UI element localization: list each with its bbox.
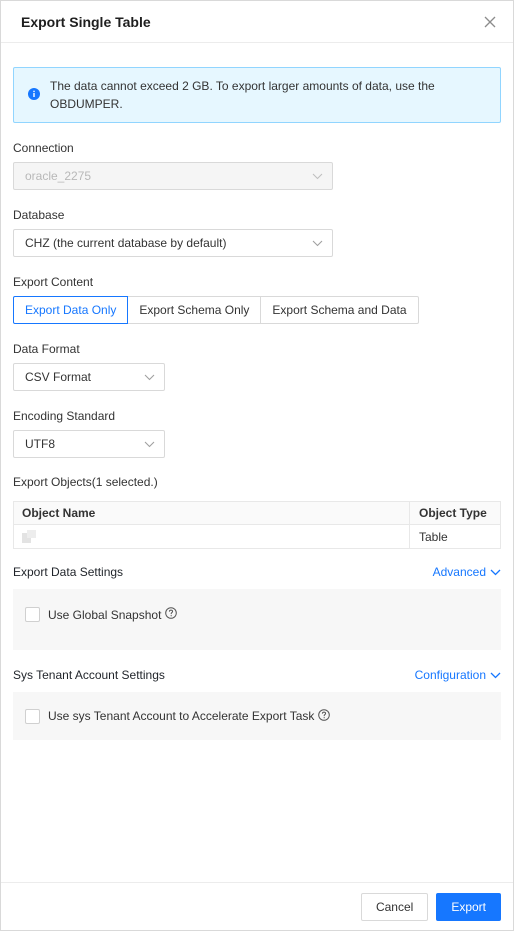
export-objects-section: Export Objects(1 selected.) Object Name … <box>13 475 501 549</box>
objects-table: Object Name Object Type Table <box>13 501 501 549</box>
data-format-select[interactable]: CSV Format <box>13 363 165 391</box>
export-data-settings-section: Export Data Settings Advanced Use Global… <box>13 565 501 650</box>
export-schema-only-option[interactable]: Export Schema Only <box>127 296 262 324</box>
data-format-field: Data Format CSV Format <box>13 342 501 391</box>
advanced-link-label: Advanced <box>432 565 486 579</box>
data-format-label: Data Format <box>13 342 80 356</box>
info-icon <box>28 88 40 103</box>
sys-tenant-label: Sys Tenant Account Settings <box>13 668 165 682</box>
export-data-settings-label: Export Data Settings <box>13 565 124 579</box>
export-content-segmented: Export Data Only Export Schema Only Expo… <box>13 296 501 324</box>
export-data-settings-head: Export Data Settings Advanced <box>13 565 501 579</box>
alert-text-line-2: OBDUMPER. <box>50 97 123 111</box>
connection-select: oracle_2275 <box>13 162 333 190</box>
size-limit-alert: The data cannot exceed 2 GB. To export l… <box>13 67 501 123</box>
table-header: Object Name Object Type <box>14 502 500 525</box>
drawer-header: Export Single Table <box>1 1 513 43</box>
question-circle-icon[interactable] <box>165 607 178 622</box>
table-icon <box>22 530 36 543</box>
sys-tenant-checkbox[interactable] <box>25 708 40 724</box>
configuration-link-label: Configuration <box>414 668 486 682</box>
object-type-cell: Table <box>419 529 448 544</box>
encoding-label: Encoding Standard <box>13 409 116 423</box>
database-field: Database CHZ (the current database by de… <box>13 208 501 257</box>
encoding-select[interactable]: UTF8 <box>13 430 165 458</box>
database-label: Database <box>13 208 65 222</box>
connection-value: oracle_2275 <box>25 169 92 183</box>
drawer-footer: Cancel Export <box>1 882 513 930</box>
question-circle-icon[interactable] <box>318 708 331 724</box>
alert-text-line-1: The data cannot exceed 2 GB. To export l… <box>50 79 435 93</box>
data-format-value: CSV Format <box>25 370 92 384</box>
export-content-label: Export Content <box>13 275 94 289</box>
sys-tenant-section: Sys Tenant Account Settings Configuratio… <box>13 668 501 740</box>
global-snapshot-checkbox[interactable] <box>25 607 40 622</box>
drawer-title: Export Single Table <box>21 13 151 30</box>
drawer-body: The data cannot exceed 2 GB. To export l… <box>1 43 513 740</box>
advanced-toggle[interactable]: Advanced <box>433 565 501 579</box>
global-snapshot-text: Use Global Snapshot <box>48 607 162 622</box>
chevron-down-icon <box>490 668 501 682</box>
export-drawer: Export Single Table The data cannot exce… <box>0 0 514 931</box>
configuration-toggle[interactable]: Configuration <box>415 668 501 682</box>
sys-tenant-panel: Use sys Tenant Account to Accelerate Exp… <box>13 692 501 740</box>
alert-text: The data cannot exceed 2 GB. To export l… <box>50 77 435 113</box>
encoding-value: UTF8 <box>25 437 55 451</box>
table-row: Table <box>14 525 500 548</box>
close-icon[interactable] <box>479 11 501 33</box>
export-data-settings-panel: Use Global Snapshot <box>13 589 501 650</box>
database-value: CHZ (the current database by default) <box>25 236 227 250</box>
connection-label: Connection <box>13 141 74 155</box>
connection-field: Connection oracle_2275 <box>13 141 501 190</box>
export-content-field: Export Content Export Data Only Export S… <box>13 275 501 324</box>
chevron-down-icon <box>144 437 155 451</box>
export-objects-label: Export Objects(1 selected.) <box>13 475 158 489</box>
chevron-down-icon <box>144 370 155 384</box>
column-header-object-name: Object Name <box>14 502 410 524</box>
sys-tenant-checkbox-text: Use sys Tenant Account to Accelerate Exp… <box>48 709 315 723</box>
export-button[interactable]: Export <box>436 892 501 921</box>
sys-tenant-head: Sys Tenant Account Settings Configuratio… <box>13 668 501 682</box>
cancel-button[interactable]: Cancel <box>360 892 429 921</box>
encoding-field: Encoding Standard UTF8 <box>13 409 501 458</box>
chevron-down-icon <box>312 169 323 183</box>
object-name-cell <box>14 525 410 548</box>
sys-tenant-checkbox-label: Use sys Tenant Account to Accelerate Exp… <box>48 708 331 724</box>
global-snapshot-label: Use Global Snapshot <box>48 607 178 622</box>
export-data-only-option[interactable]: Export Data Only <box>13 296 129 324</box>
chevron-down-icon <box>490 565 501 579</box>
database-select[interactable]: CHZ (the current database by default) <box>13 229 333 257</box>
export-schema-and-data-option[interactable]: Export Schema and Data <box>260 296 419 324</box>
chevron-down-icon <box>312 236 323 250</box>
column-header-object-type: Object Type <box>419 506 487 520</box>
